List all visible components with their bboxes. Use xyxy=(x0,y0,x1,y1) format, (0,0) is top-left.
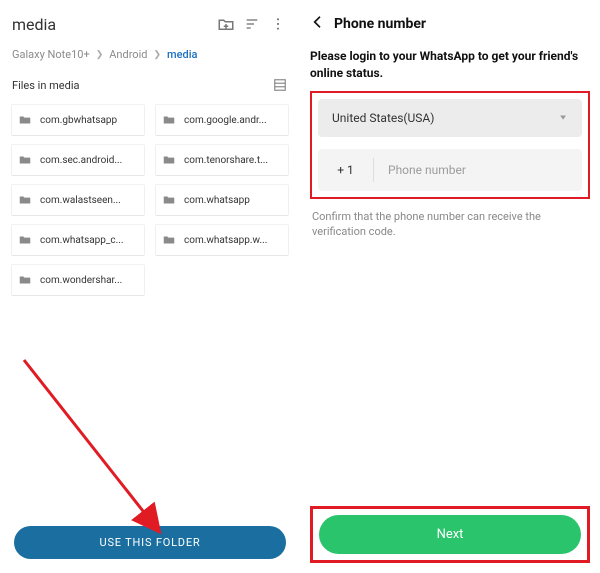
chevron-right-icon: ❯ xyxy=(96,50,104,60)
list-view-icon[interactable] xyxy=(272,77,288,93)
folder-label: com.gbwhatsapp xyxy=(40,115,117,126)
folder-item[interactable]: com.whatsapp xyxy=(156,185,288,215)
dial-code: + 1 xyxy=(318,158,374,182)
folder-icon xyxy=(18,153,32,167)
annotation-highlight: United States(USA) ▼ + 1 Phone number xyxy=(310,91,590,199)
folder-item[interactable]: com.whatsapp.w... xyxy=(156,225,288,255)
next-button[interactable]: Next xyxy=(319,515,581,554)
file-browser-header: media xyxy=(12,10,288,38)
folder-icon xyxy=(18,273,32,287)
folder-icon xyxy=(18,113,32,127)
sort-icon[interactable] xyxy=(242,14,262,34)
confirm-text: Confirm that the phone number can receiv… xyxy=(310,209,590,240)
more-icon[interactable] xyxy=(268,14,288,34)
folder-label: com.tenorshare.t... xyxy=(184,155,268,166)
folder-label: com.wondershar... xyxy=(40,275,122,286)
folder-icon xyxy=(162,233,176,247)
folder-item[interactable]: com.google.andr... xyxy=(156,105,288,135)
folder-item[interactable]: com.walastseen... xyxy=(12,185,144,215)
folder-label: com.sec.android... xyxy=(40,155,122,166)
files-label: Files in media xyxy=(12,79,272,92)
breadcrumb: Galaxy Note10+ ❯ Android ❯ media xyxy=(12,48,288,61)
phone-input[interactable]: Phone number xyxy=(374,163,466,177)
breadcrumb-item[interactable]: Galaxy Note10+ xyxy=(12,48,90,61)
country-select[interactable]: United States(USA) ▼ xyxy=(318,99,582,137)
chevron-right-icon: ❯ xyxy=(153,50,161,60)
folder-item[interactable]: com.whatsapp_c... xyxy=(12,225,144,255)
new-folder-icon[interactable] xyxy=(216,14,236,34)
folder-grid: com.gbwhatsapp com.google.andr... com.se… xyxy=(12,105,288,295)
files-header-row: Files in media xyxy=(12,77,288,93)
folder-label: com.google.andr... xyxy=(184,115,267,126)
folder-label: com.whatsapp.w... xyxy=(184,235,267,246)
breadcrumb-item[interactable]: Android xyxy=(109,48,147,61)
annotation-highlight-next: Next xyxy=(310,506,590,563)
folder-label: com.whatsapp_c... xyxy=(40,235,124,246)
folder-icon xyxy=(18,193,32,207)
folder-item[interactable]: com.sec.android... xyxy=(12,145,144,175)
folder-item[interactable]: com.gbwhatsapp xyxy=(12,105,144,135)
phone-header: Phone number xyxy=(310,10,590,38)
use-folder-button[interactable]: USE THIS FOLDER xyxy=(14,526,286,559)
phone-input-row: + 1 Phone number xyxy=(318,149,582,191)
folder-icon xyxy=(18,233,32,247)
breadcrumb-current: media xyxy=(167,48,197,61)
folder-title: media xyxy=(12,15,210,34)
phone-login-panel: Phone number Please login to your WhatsA… xyxy=(300,0,600,573)
folder-icon xyxy=(162,153,176,167)
folder-label: com.whatsapp xyxy=(184,195,250,206)
folder-item[interactable]: com.tenorshare.t... xyxy=(156,145,288,175)
folder-label: com.walastseen... xyxy=(40,195,121,206)
login-message: Please login to your WhatsApp to get you… xyxy=(310,48,590,83)
back-icon[interactable] xyxy=(310,14,326,34)
page-title: Phone number xyxy=(334,16,426,32)
file-browser-panel: media Galaxy Note10+ ❯ Andro xyxy=(0,0,300,573)
folder-icon xyxy=(162,193,176,207)
country-value: United States(USA) xyxy=(332,111,434,125)
folder-item[interactable]: com.wondershar... xyxy=(12,265,144,295)
folder-icon xyxy=(162,113,176,127)
chevron-down-icon: ▼ xyxy=(558,114,568,122)
